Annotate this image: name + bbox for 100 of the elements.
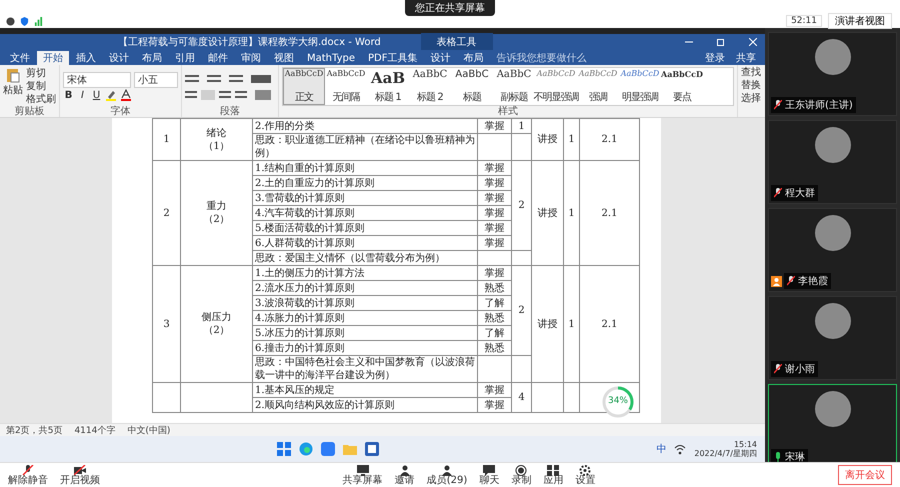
meeting-control-button[interactable]: 邀请 (394, 464, 415, 486)
avatar-placeholder (814, 215, 850, 251)
style-gallery-item[interactable]: AaB 标题 1 (367, 68, 409, 105)
topic-cell: 2.作用的分类 (252, 118, 478, 134)
input-method-indicator[interactable]: 中 (656, 442, 666, 456)
topic-cell: 1.土的侧压力的计算方法 (252, 266, 478, 280)
word-count: 4114个字 (74, 424, 116, 436)
participant-name: 李艳霞 (784, 273, 831, 289)
info-icon[interactable] (6, 16, 15, 26)
style-gallery-item[interactable]: AaBbCcD 明显强调 (619, 68, 661, 105)
topic-cell: 6.撞击力的计算原则 (252, 340, 478, 356)
participant-tile[interactable]: 程大群 (768, 120, 897, 204)
browser-icon[interactable] (299, 442, 314, 456)
style-gallery-item[interactable]: AaBbC 副标题 (493, 68, 535, 105)
chapter-hours: （2） (202, 213, 231, 226)
group-label: 剪贴板 (14, 106, 46, 117)
participant-name: 谢小雨 (771, 361, 818, 377)
style-gallery-item[interactable]: AaBbC 标题 2 (409, 68, 451, 105)
participant-tile[interactable]: 宋琳 (768, 384, 897, 462)
objective-cell: 2.1 (580, 266, 640, 382)
sign-in-link[interactable]: 登录 (700, 51, 730, 65)
hours-cell: 4 (512, 382, 532, 412)
ribbon-tab[interactable]: MathType (301, 51, 361, 65)
topic-cell: 3.雪荷载的计算原则 (252, 190, 478, 206)
meeting-control-button[interactable]: 聊天 (479, 464, 500, 486)
style-gallery-item[interactable]: AaBbC 标题 (451, 68, 493, 105)
ribbon-tab[interactable]: 文件 (4, 51, 36, 65)
copy-button[interactable]: 复制 (26, 80, 56, 92)
window-title: 【工程荷载与可靠度设计原理】课程教学大纲.docx - Word (118, 36, 381, 49)
ribbon-tab[interactable]: 布局 (136, 51, 168, 65)
editing-button[interactable]: 选择 (741, 93, 761, 105)
restore-icon[interactable] (717, 38, 725, 46)
requirement-cell: 掌握 (478, 220, 512, 236)
ribbon-tab[interactable]: 邮件 (202, 51, 234, 65)
close-icon[interactable] (749, 38, 757, 46)
format-button[interactable]: U (91, 90, 102, 100)
chapter-title: 重力 (206, 200, 228, 213)
table-cell: 1 (564, 118, 580, 160)
meeting-control-button[interactable]: 共享屏幕 (342, 464, 383, 486)
format-button[interactable]: B (63, 90, 74, 100)
paste-button[interactable]: 粘贴 (3, 67, 23, 106)
ribbon-tab[interactable]: 开始 (37, 51, 69, 65)
table-tools-label: 表格工具 (420, 33, 493, 51)
topic-cell: 4.汽车荷载的计算原则 (252, 206, 478, 220)
group-label: 段落 (219, 106, 241, 117)
tell-me-search[interactable]: 告诉我您想要做什么 (496, 51, 586, 65)
editing-button[interactable]: 查找 (741, 67, 761, 79)
requirement-cell: 掌握 (478, 190, 512, 206)
requirement-cell: 熟悉 (478, 280, 512, 296)
method-cell: 讲授 (532, 266, 564, 382)
table-cell: 3 (152, 266, 180, 382)
muted-mic-icon (22, 464, 34, 476)
start-icon[interactable] (277, 442, 292, 456)
ribbon-tab[interactable]: 设计 (103, 51, 135, 65)
leave-meeting-button[interactable]: 离开会议 (838, 465, 892, 485)
signal-icon (34, 16, 43, 26)
app-icon[interactable] (321, 442, 336, 456)
meeting-control-button[interactable]: 录制 (511, 464, 532, 486)
font-size-field[interactable]: 小五 (134, 72, 178, 88)
highlight-icon[interactable] (105, 89, 117, 101)
requirement-cell: 掌握 (478, 160, 512, 176)
style-gallery-item[interactable]: AaBbCcD 正文 (283, 68, 325, 105)
ribbon-tab[interactable]: 引用 (169, 51, 201, 65)
participant-tile[interactable]: 李艳霞 (768, 208, 897, 292)
ribbon-tab[interactable]: 审阅 (235, 51, 267, 65)
wifi-icon[interactable] (674, 443, 686, 455)
font-color-icon[interactable] (120, 89, 132, 101)
editing-button[interactable]: 替换 (741, 80, 761, 92)
cut-button[interactable]: 剪切 (26, 68, 56, 80)
font-name-field[interactable]: 宋体 (63, 72, 131, 88)
speaker-view-button[interactable]: 演讲者视图 (828, 13, 892, 29)
ribbon-tab[interactable]: 布局 (457, 51, 490, 65)
shield-icon[interactable] (20, 16, 29, 26)
requirement-cell: 熟悉 (478, 340, 512, 356)
share-button[interactable]: 共享 (731, 51, 761, 65)
ribbon-tab[interactable]: 设计 (424, 51, 456, 65)
ribbon-tab[interactable]: PDF工具集 (362, 51, 424, 65)
meeting-control-button[interactable]: 开启视频 (60, 464, 100, 486)
topic-cell: 5.冰压力的计算原则 (252, 326, 478, 340)
participant-name: 王东讲师(主讲) (771, 97, 856, 113)
format-painter-button[interactable]: 格式刷 (26, 94, 56, 106)
style-gallery-item[interactable]: AaBbCcD 无间隔 (325, 68, 367, 105)
ribbon-tab[interactable]: 插入 (70, 51, 102, 65)
page-count: 第2页，共5页 (6, 424, 62, 436)
participant-tile[interactable]: 王东讲师(主讲) (768, 32, 897, 116)
table-cell (564, 382, 580, 412)
topic-cell: 思政：爱国主义情怀（以雪荷载分布为例） (252, 250, 478, 266)
meeting-control-button[interactable]: 设置 (575, 464, 596, 486)
document-icon[interactable] (365, 442, 380, 456)
avatar-placeholder (814, 303, 850, 339)
taskbar-clock[interactable]: 15:14 2022/4/7/星期四 (694, 440, 757, 458)
ribbon-tab[interactable]: 视图 (268, 51, 300, 65)
meeting-control-button[interactable]: 解除静音 (8, 464, 48, 486)
style-gallery-item[interactable]: AaBbCcD 要点 (661, 68, 703, 105)
format-button[interactable]: I (77, 90, 88, 100)
style-gallery-item[interactable]: AaBbCcD 不明显强调 (535, 68, 577, 105)
requirement-cell: 了解 (478, 326, 512, 340)
participant-tile[interactable]: 谢小雨 (768, 296, 897, 380)
record-icon (515, 464, 528, 476)
group-label: 样式 (497, 106, 519, 117)
